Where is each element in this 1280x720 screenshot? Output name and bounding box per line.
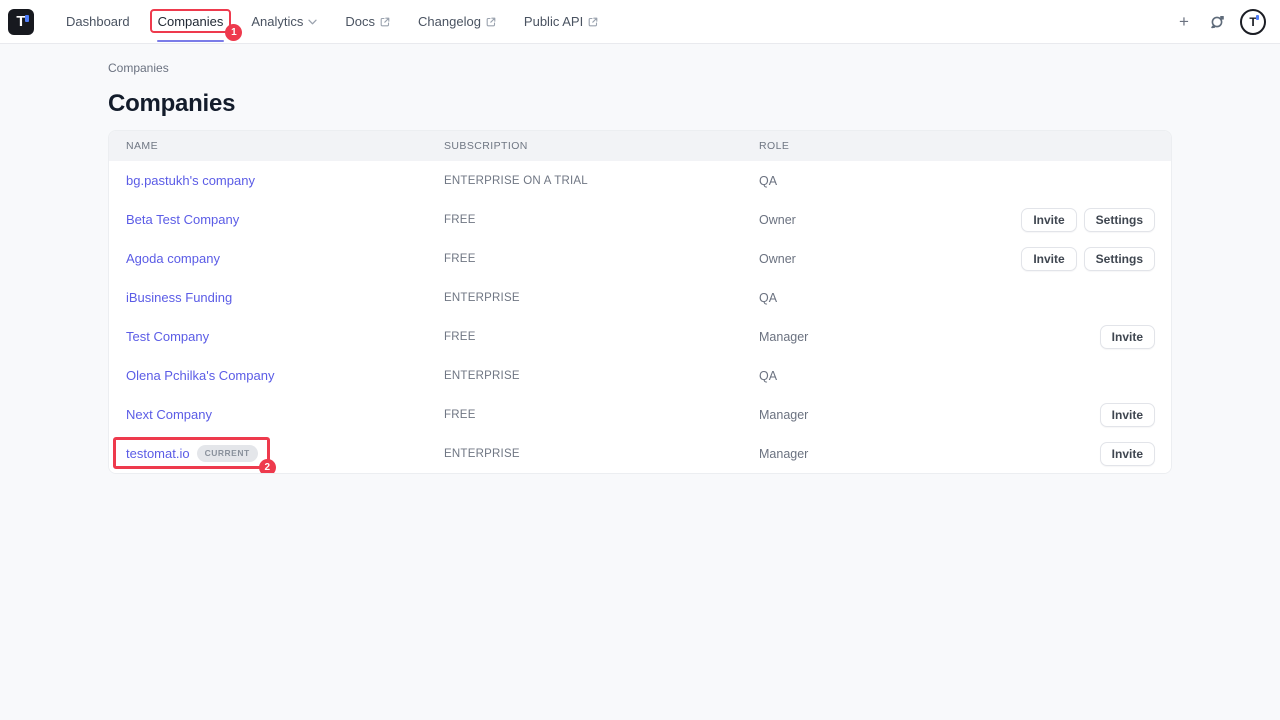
- subscription-cell: ENTERPRISE: [444, 292, 759, 304]
- active-tab-underline: [157, 40, 225, 42]
- main-nav: Dashboard Companies 1 Analytics Docs: [52, 0, 612, 44]
- name-cell: bg.pastukh's company: [126, 172, 444, 190]
- user-avatar[interactable]: T: [1240, 9, 1266, 35]
- settings-button[interactable]: Settings: [1084, 247, 1155, 271]
- nav-item-companies[interactable]: Companies 1: [144, 0, 238, 44]
- nav-item-dashboard[interactable]: Dashboard: [52, 0, 144, 44]
- invite-button[interactable]: Invite: [1100, 442, 1155, 466]
- name-cell: Next Company: [126, 406, 444, 424]
- subscription-cell: FREE: [444, 253, 759, 265]
- app-logo[interactable]: T: [8, 9, 34, 35]
- support-chat-icon: [1209, 13, 1226, 30]
- company-link[interactable]: iBusiness Funding: [126, 290, 232, 305]
- nav-right-actions: + T: [1174, 9, 1266, 35]
- nav-item-analytics[interactable]: Analytics: [237, 0, 331, 44]
- nav-item-label: Public API: [524, 14, 583, 29]
- nav-item-public-api[interactable]: Public API: [510, 0, 612, 44]
- role-cell: Manager: [759, 408, 1100, 422]
- nav-item-label: Analytics: [251, 14, 303, 29]
- column-header-role: ROLE: [759, 140, 1155, 152]
- companies-table: NAME SUBSCRIPTION ROLE bg.pastukh's comp…: [108, 130, 1172, 474]
- table-row: Test Company FREE Manager Invite: [109, 317, 1171, 356]
- role-cell: Owner: [759, 252, 1021, 266]
- row-actions: Invite: [1100, 442, 1155, 466]
- company-link[interactable]: Olena Pchilka's Company: [126, 368, 274, 383]
- column-header-subscription: SUBSCRIPTION: [444, 140, 759, 152]
- nav-item-label: Companies: [158, 14, 224, 29]
- role-cell: Manager: [759, 330, 1100, 344]
- plus-icon: +: [1179, 13, 1189, 30]
- external-link-icon: [486, 17, 496, 27]
- subscription-cell: ENTERPRISE ON A TRIAL: [444, 175, 759, 187]
- company-link[interactable]: Test Company: [126, 329, 209, 344]
- support-button[interactable]: [1207, 12, 1227, 32]
- nav-item-label: Changelog: [418, 14, 481, 29]
- role-cell: QA: [759, 174, 1155, 188]
- avatar-blue-accent: [1256, 15, 1259, 20]
- role-cell: Manager: [759, 447, 1100, 461]
- subscription-cell: FREE: [444, 331, 759, 343]
- row-actions: Invite Settings: [1021, 208, 1155, 232]
- column-header-name: NAME: [126, 140, 444, 152]
- company-link[interactable]: Agoda company: [126, 251, 220, 266]
- role-cell: QA: [759, 369, 1155, 383]
- company-link[interactable]: testomat.io: [126, 446, 190, 461]
- external-link-icon: [588, 17, 598, 27]
- subscription-cell: ENTERPRISE: [444, 370, 759, 382]
- main-content: Companies Companies NAME SUBSCRIPTION RO…: [0, 44, 1280, 474]
- invite-button[interactable]: Invite: [1021, 247, 1076, 271]
- table-row: testomat.io CURRENT 2 ENTERPRISE Manager…: [109, 434, 1171, 473]
- nav-item-changelog[interactable]: Changelog: [404, 0, 510, 44]
- name-cell: Test Company: [126, 328, 444, 346]
- page-title: Companies: [108, 90, 1172, 118]
- nav-item-label: Docs: [345, 14, 375, 29]
- subscription-cell: FREE: [444, 409, 759, 421]
- subscription-cell: ENTERPRISE: [444, 448, 759, 460]
- nav-item-label: Dashboard: [66, 14, 130, 29]
- name-cell: Beta Test Company: [126, 211, 444, 229]
- chevron-down-icon: [308, 19, 317, 25]
- name-cell: iBusiness Funding: [126, 289, 444, 307]
- table-row: Olena Pchilka's Company ENTERPRISE QA: [109, 356, 1171, 395]
- company-link[interactable]: Beta Test Company: [126, 212, 239, 227]
- subscription-cell: FREE: [444, 214, 759, 226]
- table-row: bg.pastukh's company ENTERPRISE ON A TRI…: [109, 161, 1171, 200]
- name-cell: testomat.io CURRENT 2: [126, 445, 444, 463]
- table-header-row: NAME SUBSCRIPTION ROLE: [109, 131, 1171, 161]
- current-badge: CURRENT: [197, 445, 258, 462]
- add-button[interactable]: +: [1174, 12, 1194, 32]
- company-link[interactable]: Next Company: [126, 407, 212, 422]
- invite-button[interactable]: Invite: [1100, 325, 1155, 349]
- row-actions: Invite: [1100, 403, 1155, 427]
- table-row: Next Company FREE Manager Invite: [109, 395, 1171, 434]
- role-cell: Owner: [759, 213, 1021, 227]
- row-actions: Invite Settings: [1021, 247, 1155, 271]
- nav-item-docs[interactable]: Docs: [331, 0, 404, 44]
- logo-blue-accent: [25, 15, 29, 22]
- name-cell: Agoda company: [126, 250, 444, 268]
- table-row: Beta Test Company FREE Owner Invite Setti…: [109, 200, 1171, 239]
- settings-button[interactable]: Settings: [1084, 208, 1155, 232]
- company-link[interactable]: bg.pastukh's company: [126, 173, 255, 188]
- annotation-badge-2: 2: [259, 459, 276, 475]
- invite-button[interactable]: Invite: [1021, 208, 1076, 232]
- table-row: Agoda company FREE Owner Invite Settings: [109, 239, 1171, 278]
- row-actions: Invite: [1100, 325, 1155, 349]
- table-body: bg.pastukh's company ENTERPRISE ON A TRI…: [109, 161, 1171, 473]
- breadcrumb[interactable]: Companies: [108, 61, 169, 75]
- table-row: iBusiness Funding ENTERPRISE QA: [109, 278, 1171, 317]
- external-link-icon: [380, 17, 390, 27]
- top-nav: T Dashboard Companies 1 Analytics Docs: [0, 0, 1280, 44]
- invite-button[interactable]: Invite: [1100, 403, 1155, 427]
- name-cell: Olena Pchilka's Company: [126, 367, 444, 385]
- role-cell: QA: [759, 291, 1155, 305]
